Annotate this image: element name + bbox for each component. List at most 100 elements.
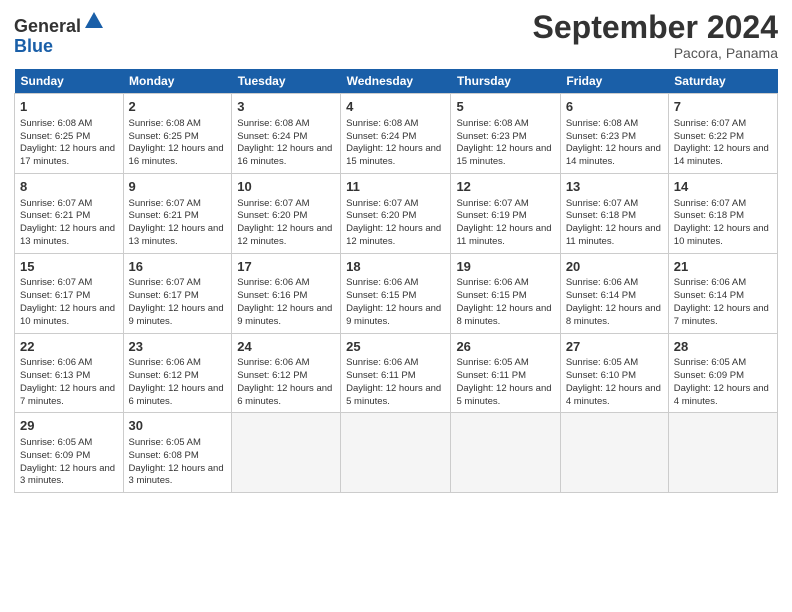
calendar-week-4: 22Sunrise: 6:06 AMSunset: 6:13 PMDayligh… bbox=[15, 333, 778, 413]
day-info: Sunrise: 6:06 AMSunset: 6:11 PMDaylight:… bbox=[346, 357, 445, 408]
calendar-table: Sunday Monday Tuesday Wednesday Thursday… bbox=[14, 69, 778, 493]
calendar-cell bbox=[451, 413, 560, 493]
col-saturday: Saturday bbox=[668, 69, 777, 94]
day-number: 5 bbox=[456, 98, 554, 116]
calendar-cell: 30Sunrise: 6:05 AMSunset: 6:08 PMDayligh… bbox=[123, 413, 232, 493]
day-number: 30 bbox=[129, 417, 227, 435]
day-info: Sunrise: 6:06 AMSunset: 6:16 PMDaylight:… bbox=[237, 277, 335, 328]
day-number: 26 bbox=[456, 338, 554, 356]
day-info: Sunrise: 6:08 AMSunset: 6:24 PMDaylight:… bbox=[346, 118, 445, 169]
day-number: 10 bbox=[237, 178, 335, 196]
day-info: Sunrise: 6:08 AMSunset: 6:25 PMDaylight:… bbox=[20, 118, 118, 169]
calendar-cell: 18Sunrise: 6:06 AMSunset: 6:15 PMDayligh… bbox=[341, 253, 451, 333]
calendar-cell: 1Sunrise: 6:08 AMSunset: 6:25 PMDaylight… bbox=[15, 94, 124, 174]
calendar-cell: 13 Sunrise: 6:07 AMSunset: 6:18 PMDayligh… bbox=[560, 173, 668, 253]
day-info: Sunrise: 6:07 AMSunset: 6:20 PMDaylight:… bbox=[237, 198, 335, 249]
day-number: 9 bbox=[129, 178, 227, 196]
day-number: 19 bbox=[456, 258, 554, 276]
day-number: 11 bbox=[346, 178, 445, 196]
day-number: 8 bbox=[20, 178, 118, 196]
calendar-week-3: 15Sunrise: 6:07 AMSunset: 6:17 PMDayligh… bbox=[15, 253, 778, 333]
day-number: 16 bbox=[129, 258, 227, 276]
day-info: Sunrise: 6:06 AMSunset: 6:12 PMDaylight:… bbox=[129, 357, 227, 408]
day-number: 12 bbox=[456, 178, 554, 196]
month-title: September 2024 bbox=[533, 10, 778, 45]
calendar-cell: 7 Sunrise: 6:07 AMSunset: 6:22 PMDaylight… bbox=[668, 94, 777, 174]
calendar-cell: 2 Sunrise: 6:08 AMSunset: 6:25 PMDaylight… bbox=[123, 94, 232, 174]
title-block: September 2024 Pacora, Panama bbox=[533, 10, 778, 61]
day-number: 29 bbox=[20, 417, 118, 435]
calendar-cell: 17Sunrise: 6:06 AMSunset: 6:16 PMDayligh… bbox=[232, 253, 341, 333]
calendar-cell: 25Sunrise: 6:06 AMSunset: 6:11 PMDayligh… bbox=[341, 333, 451, 413]
day-number: 24 bbox=[237, 338, 335, 356]
day-info: Sunrise: 6:07 AMSunset: 6:18 PMDaylight:… bbox=[566, 198, 663, 249]
day-number: 27 bbox=[566, 338, 663, 356]
calendar-cell: 23Sunrise: 6:06 AMSunset: 6:12 PMDayligh… bbox=[123, 333, 232, 413]
calendar-cell bbox=[232, 413, 341, 493]
day-number: 21 bbox=[674, 258, 772, 276]
calendar-cell: 10 Sunrise: 6:07 AMSunset: 6:20 PMDayligh… bbox=[232, 173, 341, 253]
logo-blue-text: Blue bbox=[14, 36, 53, 56]
calendar-cell: 16Sunrise: 6:07 AMSunset: 6:17 PMDayligh… bbox=[123, 253, 232, 333]
calendar-cell: 12 Sunrise: 6:07 AMSunset: 6:19 PMDayligh… bbox=[451, 173, 560, 253]
calendar-week-2: 8 Sunrise: 6:07 AMSunset: 6:21 PMDaylight… bbox=[15, 173, 778, 253]
calendar-cell: 9 Sunrise: 6:07 AMSunset: 6:21 PMDaylight… bbox=[123, 173, 232, 253]
day-info: Sunrise: 6:06 AMSunset: 6:15 PMDaylight:… bbox=[346, 277, 445, 328]
calendar-cell: 27Sunrise: 6:05 AMSunset: 6:10 PMDayligh… bbox=[560, 333, 668, 413]
day-number: 28 bbox=[674, 338, 772, 356]
day-info: Sunrise: 6:08 AMSunset: 6:23 PMDaylight:… bbox=[456, 118, 554, 169]
calendar-cell: 4Sunrise: 6:08 AMSunset: 6:24 PMDaylight… bbox=[341, 94, 451, 174]
calendar-cell: 11Sunrise: 6:07 AMSunset: 6:20 PMDayligh… bbox=[341, 173, 451, 253]
calendar-cell bbox=[560, 413, 668, 493]
col-friday: Friday bbox=[560, 69, 668, 94]
day-info: Sunrise: 6:06 AMSunset: 6:14 PMDaylight:… bbox=[674, 277, 772, 328]
day-number: 13 bbox=[566, 178, 663, 196]
header: General Blue September 2024 Pacora, Pana… bbox=[14, 10, 778, 61]
col-monday: Monday bbox=[123, 69, 232, 94]
day-info: Sunrise: 6:06 AMSunset: 6:15 PMDaylight:… bbox=[456, 277, 554, 328]
day-number: 25 bbox=[346, 338, 445, 356]
day-info: Sunrise: 6:07 AMSunset: 6:18 PMDaylight:… bbox=[674, 198, 772, 249]
calendar-cell bbox=[341, 413, 451, 493]
calendar-cell: 6Sunrise: 6:08 AMSunset: 6:23 PMDaylight… bbox=[560, 94, 668, 174]
calendar-cell: 15Sunrise: 6:07 AMSunset: 6:17 PMDayligh… bbox=[15, 253, 124, 333]
col-tuesday: Tuesday bbox=[232, 69, 341, 94]
calendar-cell: 29 Sunrise: 6:05 AMSunset: 6:09 PMDayligh… bbox=[15, 413, 124, 493]
day-number: 20 bbox=[566, 258, 663, 276]
calendar-cell bbox=[668, 413, 777, 493]
col-wednesday: Wednesday bbox=[341, 69, 451, 94]
day-info: Sunrise: 6:07 AMSunset: 6:22 PMDaylight:… bbox=[674, 118, 772, 169]
day-info: Sunrise: 6:06 AMSunset: 6:13 PMDaylight:… bbox=[20, 357, 118, 408]
day-info: Sunrise: 6:07 AMSunset: 6:17 PMDaylight:… bbox=[129, 277, 227, 328]
day-number: 7 bbox=[674, 98, 772, 116]
day-info: Sunrise: 6:05 AMSunset: 6:09 PMDaylight:… bbox=[20, 437, 118, 488]
calendar-cell: 19Sunrise: 6:06 AMSunset: 6:15 PMDayligh… bbox=[451, 253, 560, 333]
calendar-cell: 14Sunrise: 6:07 AMSunset: 6:18 PMDayligh… bbox=[668, 173, 777, 253]
day-info: Sunrise: 6:06 AMSunset: 6:12 PMDaylight:… bbox=[237, 357, 335, 408]
logo-icon bbox=[83, 10, 105, 32]
location: Pacora, Panama bbox=[533, 45, 778, 61]
day-info: Sunrise: 6:05 AMSunset: 6:10 PMDaylight:… bbox=[566, 357, 663, 408]
day-info: Sunrise: 6:07 AMSunset: 6:21 PMDaylight:… bbox=[129, 198, 227, 249]
calendar-cell: 8 Sunrise: 6:07 AMSunset: 6:21 PMDaylight… bbox=[15, 173, 124, 253]
day-number: 17 bbox=[237, 258, 335, 276]
day-info: Sunrise: 6:08 AMSunset: 6:25 PMDaylight:… bbox=[129, 118, 227, 169]
calendar-cell: 5 Sunrise: 6:08 AMSunset: 6:23 PMDaylight… bbox=[451, 94, 560, 174]
day-number: 22 bbox=[20, 338, 118, 356]
day-info: Sunrise: 6:06 AMSunset: 6:14 PMDaylight:… bbox=[566, 277, 663, 328]
calendar-cell: 22Sunrise: 6:06 AMSunset: 6:13 PMDayligh… bbox=[15, 333, 124, 413]
day-info: Sunrise: 6:05 AMSunset: 6:09 PMDaylight:… bbox=[674, 357, 772, 408]
logo: General Blue bbox=[14, 10, 105, 57]
day-number: 2 bbox=[129, 98, 227, 116]
page-container: General Blue September 2024 Pacora, Pana… bbox=[0, 0, 792, 503]
day-info: Sunrise: 6:07 AMSunset: 6:19 PMDaylight:… bbox=[456, 198, 554, 249]
day-info: Sunrise: 6:08 AMSunset: 6:24 PMDaylight:… bbox=[237, 118, 335, 169]
col-sunday: Sunday bbox=[15, 69, 124, 94]
calendar-cell: 26Sunrise: 6:05 AMSunset: 6:11 PMDayligh… bbox=[451, 333, 560, 413]
calendar-cell: 21Sunrise: 6:06 AMSunset: 6:14 PMDayligh… bbox=[668, 253, 777, 333]
day-info: Sunrise: 6:05 AMSunset: 6:11 PMDaylight:… bbox=[456, 357, 554, 408]
day-number: 6 bbox=[566, 98, 663, 116]
calendar-week-5: 29 Sunrise: 6:05 AMSunset: 6:09 PMDayligh… bbox=[15, 413, 778, 493]
calendar-cell: 3Sunrise: 6:08 AMSunset: 6:24 PMDaylight… bbox=[232, 94, 341, 174]
day-info: Sunrise: 6:07 AMSunset: 6:21 PMDaylight:… bbox=[20, 198, 118, 249]
